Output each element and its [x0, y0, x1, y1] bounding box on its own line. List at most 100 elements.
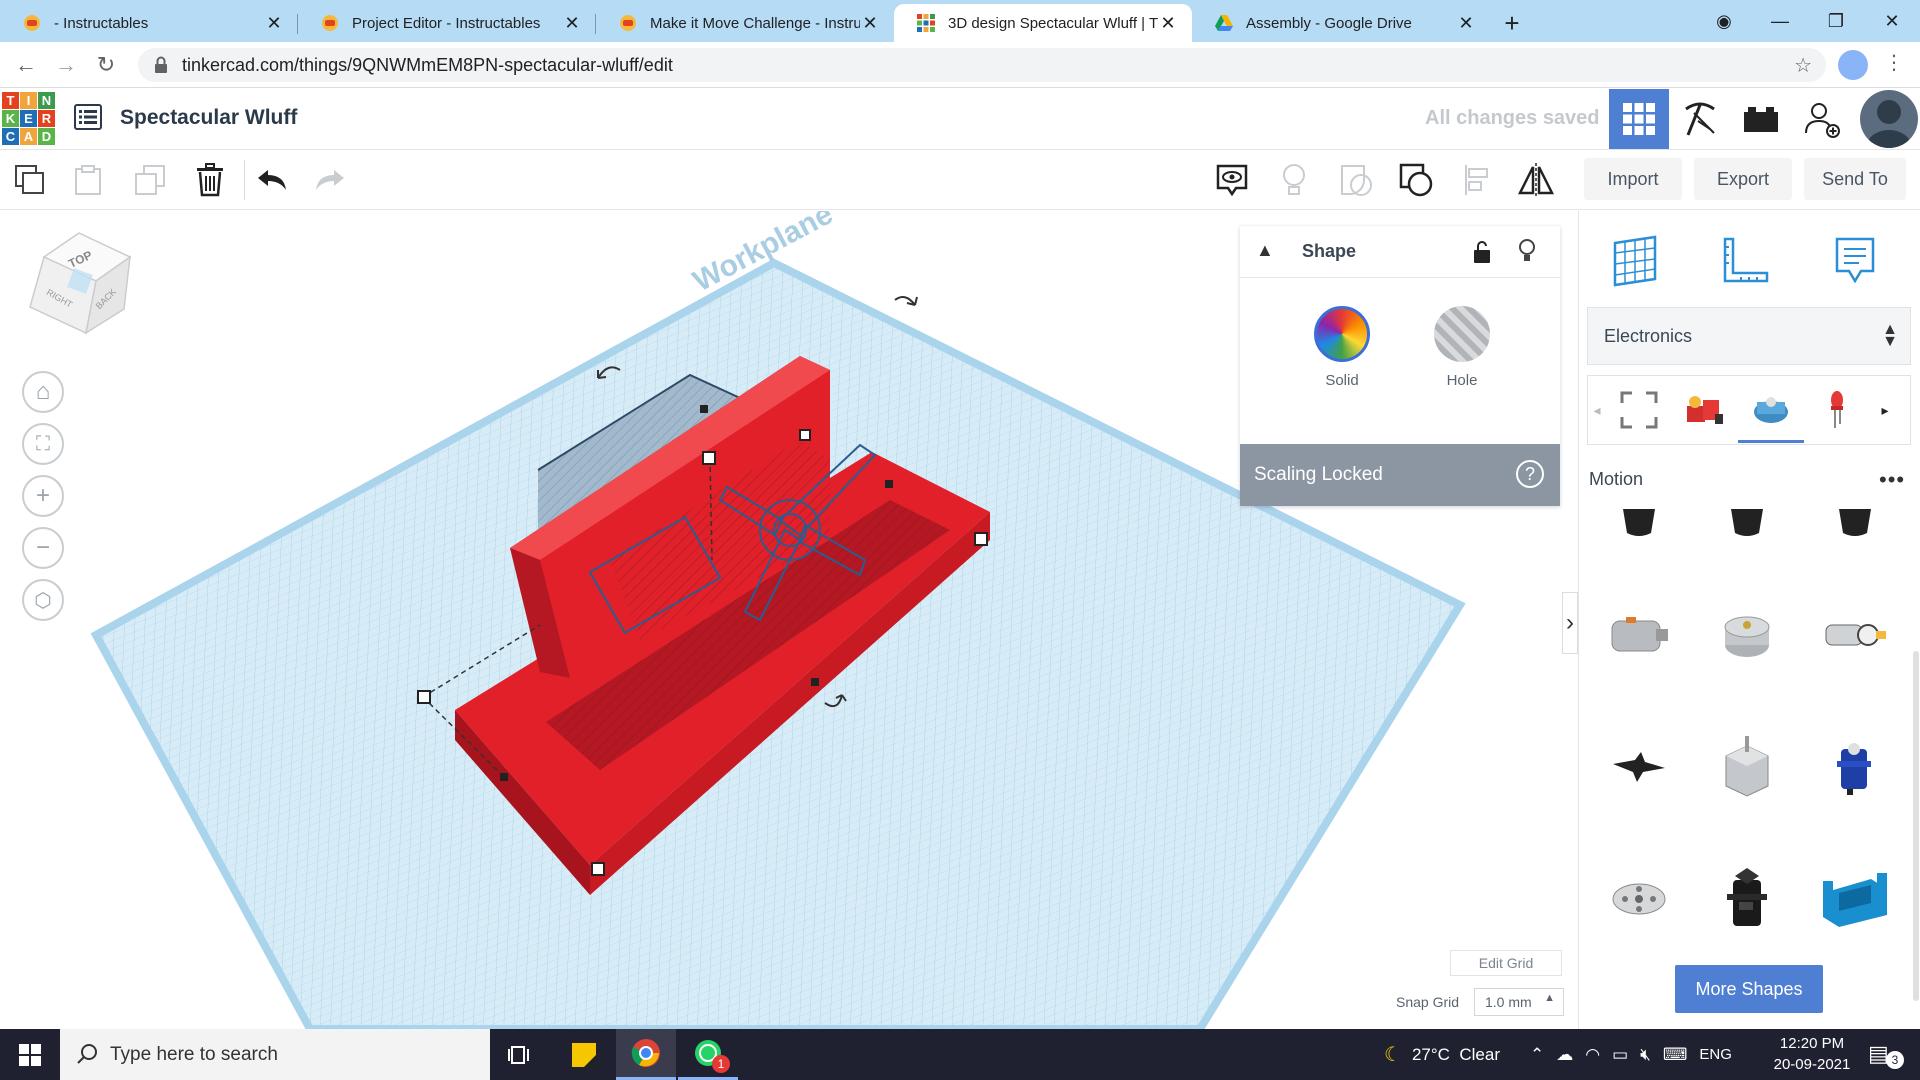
- notes-button[interactable]: [1212, 160, 1252, 200]
- section-more-icon[interactable]: •••: [1879, 467, 1905, 493]
- copy-button[interactable]: [10, 160, 50, 200]
- url-field[interactable]: tinkercad.com/things/9QNWMmEM8PN-spectac…: [138, 48, 1826, 82]
- bookmark-star-icon[interactable]: ☆: [1794, 53, 1812, 78]
- bricks-view-button[interactable]: [1731, 89, 1791, 149]
- task-view-button[interactable]: [490, 1029, 550, 1080]
- mid-handle[interactable]: [811, 678, 819, 686]
- codeblocks-view-button[interactable]: [1670, 89, 1730, 149]
- notification-center[interactable]: ▤ 3: [1868, 1041, 1908, 1069]
- design-list-icon[interactable]: [74, 104, 102, 130]
- onedrive-icon[interactable]: ☁: [1556, 1045, 1573, 1065]
- perspective-button[interactable]: ⬡: [22, 579, 64, 621]
- subcategory-lights[interactable]: [1804, 377, 1870, 443]
- browser-tab[interactable]: Project Editor - Instructables ✕: [298, 4, 596, 42]
- panel-collapse-toggle[interactable]: ›: [1562, 592, 1578, 654]
- ungroup-button[interactable]: [1396, 160, 1436, 200]
- view-cube[interactable]: TOP RIGHT BACK: [24, 229, 134, 341]
- carousel-right-icon[interactable]: ▸: [1870, 402, 1900, 419]
- browser-menu-icon[interactable]: ⋮: [1884, 50, 1904, 75]
- whatsapp-app[interactable]: 1: [678, 1029, 738, 1080]
- solid-option[interactable]: Solid: [1310, 306, 1374, 389]
- close-icon[interactable]: ✕: [1158, 13, 1178, 34]
- mid-handle[interactable]: [500, 773, 508, 781]
- forward-arrow-icon[interactable]: →: [46, 52, 86, 78]
- unlock-icon[interactable]: [1472, 240, 1492, 264]
- invite-user-button[interactable]: [1792, 89, 1852, 149]
- zoom-in-button[interactable]: +: [22, 475, 64, 517]
- duplicate-button[interactable]: [130, 160, 170, 200]
- browser-tab[interactable]: - Instructables ✕: [0, 4, 298, 42]
- collapse-arrow-icon[interactable]: ▲: [1256, 240, 1274, 261]
- resize-handle[interactable]: [417, 690, 431, 704]
- browser-tab[interactable]: Assembly - Google Drive ✕: [1192, 4, 1490, 42]
- rainbow-swatch-icon[interactable]: [1314, 306, 1370, 362]
- snap-grid-select[interactable]: 1.0 mm ▲: [1474, 988, 1564, 1016]
- notes-tool[interactable]: [1823, 229, 1887, 293]
- resize-handle[interactable]: [702, 451, 716, 465]
- shape-tile-micro-servo[interactable]: [1815, 727, 1895, 807]
- user-avatar[interactable]: [1860, 90, 1918, 148]
- tray-expand-icon[interactable]: ⌃: [1530, 1045, 1544, 1065]
- tinkercad-logo[interactable]: TIN KER CAD: [2, 92, 55, 145]
- start-button[interactable]: [0, 1029, 60, 1080]
- clock[interactable]: 12:20 PM 20-09-2021: [1764, 1033, 1860, 1075]
- import-button[interactable]: Import: [1584, 158, 1682, 200]
- battery-icon[interactable]: ▭: [1612, 1045, 1628, 1065]
- shape-tile-servo-bracket[interactable]: [1815, 859, 1895, 939]
- shape-tile[interactable]: [1599, 499, 1679, 549]
- lightbulb-icon[interactable]: [1518, 238, 1536, 264]
- shape-tile[interactable]: [1815, 499, 1895, 549]
- hint-button[interactable]: [1274, 160, 1314, 200]
- hole-option[interactable]: Hole: [1430, 306, 1494, 389]
- group-button[interactable]: [1336, 160, 1376, 200]
- shape-tile-servo-horn[interactable]: [1599, 727, 1679, 807]
- browser-profile-icon[interactable]: [1838, 50, 1868, 80]
- delete-button[interactable]: [190, 160, 230, 200]
- fit-view-button[interactable]: ⛶: [22, 423, 64, 465]
- back-arrow-icon[interactable]: ←: [6, 52, 46, 78]
- paste-button[interactable]: [68, 160, 108, 200]
- chrome-app[interactable]: [616, 1029, 676, 1080]
- export-button[interactable]: Export: [1694, 158, 1792, 200]
- carousel-left-icon[interactable]: ◂: [1588, 402, 1606, 419]
- resize-handle[interactable]: [974, 532, 988, 546]
- mirror-button[interactable]: [1516, 160, 1556, 200]
- design-title[interactable]: Spectacular Wluff: [120, 106, 297, 130]
- more-shapes-button[interactable]: More Shapes: [1675, 965, 1823, 1013]
- subcategory-electronics-parts[interactable]: [1672, 377, 1738, 443]
- resize-handle[interactable]: [799, 429, 811, 441]
- zoom-out-button[interactable]: −: [22, 527, 64, 569]
- browser-tab[interactable]: Make it Move Challenge - Instruc ✕: [596, 4, 894, 42]
- send-to-button[interactable]: Send To: [1804, 158, 1906, 200]
- mid-handle[interactable]: [885, 480, 893, 488]
- wifi-icon[interactable]: ◠: [1585, 1045, 1600, 1065]
- language-indicator[interactable]: ENG: [1699, 1046, 1732, 1063]
- shape-tile[interactable]: [1707, 499, 1787, 549]
- tab-search-icon[interactable]: ◉: [1696, 11, 1752, 32]
- align-button[interactable]: [1458, 160, 1498, 200]
- shape-category-select[interactable]: Electronics ▲ ▼: [1587, 307, 1911, 365]
- striped-hole-swatch-icon[interactable]: [1434, 306, 1490, 362]
- redo-button[interactable]: [310, 160, 350, 200]
- new-tab-button[interactable]: +: [1490, 4, 1534, 42]
- undo-button[interactable]: [252, 160, 292, 200]
- reload-icon[interactable]: ↻: [86, 52, 126, 78]
- shape-tile-stepper-motor[interactable]: [1707, 727, 1787, 807]
- subcategory-motion[interactable]: [1738, 377, 1804, 443]
- shape-tile-round-motor[interactable]: [1707, 595, 1787, 675]
- minimize-icon[interactable]: —: [1752, 11, 1808, 32]
- weather-widget[interactable]: ☾ 27°C Clear: [1384, 1029, 1500, 1080]
- window-close-icon[interactable]: ✕: [1864, 11, 1920, 32]
- rotate-handle-icon[interactable]: [894, 295, 918, 306]
- sticky-notes-app[interactable]: [554, 1029, 614, 1080]
- ruler-tool[interactable]: [1713, 229, 1777, 293]
- library-scrollbar[interactable]: [1913, 651, 1919, 1001]
- shape-tile-dc-motor[interactable]: [1599, 595, 1679, 675]
- resize-handle[interactable]: [591, 862, 605, 876]
- mid-handle[interactable]: [700, 405, 708, 413]
- taskbar-search-box[interactable]: Type here to search: [60, 1029, 490, 1080]
- home-view-button[interactable]: ⌂: [22, 371, 64, 413]
- edit-grid-button[interactable]: Edit Grid: [1450, 950, 1562, 976]
- workplane-tool[interactable]: [1603, 229, 1667, 293]
- shape-tile-wheel-hub[interactable]: [1599, 859, 1679, 939]
